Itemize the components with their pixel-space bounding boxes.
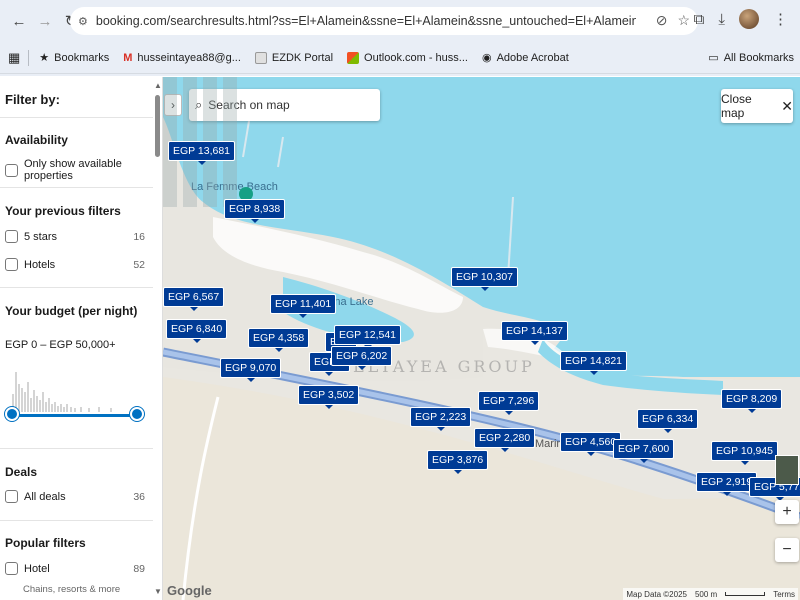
plus-icon: + [782, 503, 792, 520]
budget-range: EGP 0 – EGP 50,000+ [5, 339, 116, 351]
price-pin[interactable]: EGP 7,600 [613, 439, 675, 463]
address-bar[interactable]: ⚙ booking.com/searchresults.html?ss=El+A… [70, 7, 698, 35]
url-text[interactable]: booking.com/searchresults.html?ss=El+Ala… [96, 14, 636, 28]
bookmark-item[interactable]: EZDK Portal [254, 51, 333, 64]
ezdk-icon [254, 51, 267, 64]
download-icon[interactable]: ⤓ [718, 11, 725, 28]
price-pin[interactable]: EGP 4,560 [560, 432, 622, 456]
budget-min-handle[interactable] [5, 407, 19, 421]
price-pin[interactable]: EGP 14,137 [501, 321, 569, 345]
google-logo: Google [167, 583, 212, 598]
divider [28, 49, 30, 66]
price-pin[interactable]: EGP 13,681 [168, 141, 236, 165]
bookmarks-bar: ▦ ★ Bookmarks Mhusseintayea88@g... EZDK P… [0, 42, 800, 74]
close-map-button[interactable]: Close map ✕ [721, 89, 793, 123]
price-pin[interactable]: EGP 6,202 [331, 346, 393, 370]
gmail-icon: M [123, 51, 133, 64]
price-pin[interactable]: EGP 6,840 [166, 319, 228, 343]
price-pin[interactable]: EGP 4,358 [248, 328, 310, 352]
bookmark-item[interactable]: Outlook.com - huss... [347, 51, 468, 64]
price-pin[interactable]: EGP 8,209 [721, 389, 783, 413]
bookmark-item[interactable]: Mhusseintayea88@g... [123, 52, 241, 64]
minus-icon: − [782, 541, 792, 558]
browser-chrome: ← → ↻ ⚙ booking.com/searchresults.html?s… [0, 0, 800, 76]
avatar[interactable] [739, 9, 759, 29]
bookmark-item[interactable]: ◉ Adobe Acrobat [481, 51, 569, 65]
divider [0, 287, 153, 288]
price-pin[interactable]: EGP 2,223 [410, 407, 472, 431]
price-pin[interactable]: EGP 9,070 [220, 358, 282, 382]
filter-hotels[interactable]: Hotels 52 [5, 258, 145, 271]
menu-icon[interactable]: ⋮ [773, 10, 788, 28]
star-icon: ★ [39, 52, 50, 64]
eye-off-icon[interactable]: ⊘ [656, 12, 668, 29]
availability-heading: Availability [5, 133, 68, 147]
previous-filters-heading: Your previous filters [5, 204, 121, 218]
site-info-icon[interactable]: ⚙ [78, 15, 88, 28]
apps-icon[interactable]: ▦ [8, 50, 20, 66]
scale-bar [725, 592, 766, 596]
deals-heading: Deals [5, 465, 38, 479]
filter-hotel-subtext: Chains, resorts & more [23, 584, 121, 595]
street-view-icon[interactable] [775, 455, 799, 485]
close-icon: ✕ [781, 97, 793, 114]
zoom-in-button[interactable]: + [775, 500, 799, 524]
price-pin[interactable]: EGP 6,334 [637, 409, 699, 433]
price-pin[interactable]: EGP 6,567 [163, 287, 225, 311]
map-view[interactable]: › ⌕Search on map Close map✕ La Femme Bea… [163, 77, 800, 600]
checkbox[interactable] [5, 258, 18, 271]
bookmark-star-icon[interactable]: ☆ [677, 12, 690, 29]
popular-heading: Popular filters [5, 536, 86, 550]
terms-link[interactable]: Terms [773, 590, 795, 599]
forward-icon[interactable]: → [32, 8, 58, 34]
back-icon[interactable]: ← [6, 8, 32, 34]
budget-max-handle[interactable] [130, 407, 144, 421]
bookmark-item[interactable]: ★ Bookmarks [39, 51, 109, 65]
acrobat-icon: ◉ [481, 52, 492, 64]
scroll-up-icon[interactable]: ▲ [154, 81, 162, 90]
price-histogram [12, 372, 112, 412]
price-pin[interactable]: EGP 12,541 [334, 325, 402, 349]
checkbox[interactable] [5, 562, 18, 575]
price-pin[interactable]: EGP 8,938 [224, 199, 286, 223]
price-pin[interactable]: EGP 10,307 [451, 267, 519, 291]
divider [0, 117, 153, 118]
price-pin[interactable]: EGP 11,401 [270, 294, 337, 318]
zoom-out-button[interactable]: − [775, 538, 799, 562]
filter-available-only[interactable]: Only show available properties [5, 158, 145, 182]
extensions-icon[interactable]: ⧉ [694, 11, 705, 28]
checkbox[interactable] [5, 490, 18, 503]
filter-5-stars[interactable]: 5 stars 16 [5, 230, 145, 243]
filter-all-deals[interactable]: All deals 36 [5, 490, 145, 503]
divider [0, 448, 153, 449]
filter-hotel[interactable]: Hotel 89 [5, 562, 145, 575]
divider [0, 187, 153, 188]
price-pin[interactable]: EGP 14,821 [560, 351, 628, 375]
price-pin[interactable]: EGP 10,945 [711, 441, 779, 465]
price-pin[interactable]: EGP 7,296 [478, 391, 540, 415]
filter-sidebar: Filter by: Availability Only show availa… [0, 77, 163, 600]
price-pin[interactable]: EGP 2,919 [696, 472, 758, 496]
folder-icon: ▭ [708, 52, 719, 64]
all-bookmarks[interactable]: ▭ All Bookmarks [708, 51, 794, 65]
price-pin[interactable]: EGP 2,280 [474, 428, 536, 452]
budget-heading: Your budget (per night) [5, 304, 138, 318]
filter-title: Filter by: [5, 92, 60, 107]
outlook-icon [347, 51, 360, 64]
price-pin[interactable]: EGP 3,876 [427, 450, 489, 474]
budget-slider-track[interactable] [11, 414, 137, 417]
scroll-down-icon[interactable]: ▼ [154, 587, 162, 596]
divider [0, 520, 153, 521]
checkbox[interactable] [5, 163, 18, 177]
sidebar-scrollbar[interactable] [155, 95, 160, 157]
map-footer: Map Data ©2025 500 m Terms [623, 588, 798, 600]
price-pin[interactable]: EGP 3,502 [298, 385, 360, 409]
checkbox[interactable] [5, 230, 18, 243]
